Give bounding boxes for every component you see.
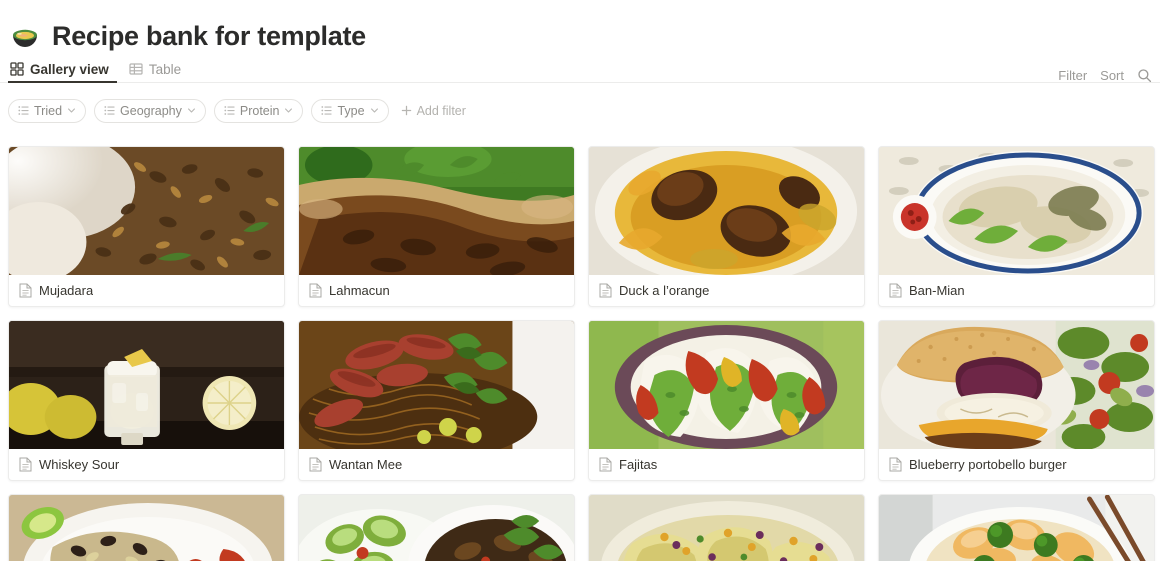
view-tabs: Gallery view Table <box>0 54 1160 83</box>
card-cover-image <box>879 147 1154 275</box>
card-title-row: Fajitas <box>589 449 864 480</box>
page-document-icon <box>599 283 612 298</box>
gallery-card[interactable]: Lahmacun <box>298 146 575 307</box>
tab-table-label: Table <box>148 61 182 77</box>
card-title-row: Lahmacun <box>299 275 574 306</box>
gallery-card[interactable] <box>588 494 865 561</box>
card-cover-image <box>299 321 574 449</box>
gallery-grid: Mujadara Lahmacun Duck a l’orange Ban-Mi… <box>8 146 1155 561</box>
card-title: Wantan Mee <box>329 457 403 472</box>
gallery-card[interactable]: Blueberry portobello burger <box>878 320 1155 481</box>
filter-pill-tried-label: Tried <box>34 103 63 118</box>
card-cover-image <box>879 495 1154 561</box>
filter-pill-tried[interactable]: Tried <box>8 98 87 123</box>
add-filter-label: Add filter <box>416 103 466 118</box>
gallery-card[interactable]: Whiskey Sour <box>8 320 285 481</box>
sort-button[interactable]: Sort <box>1100 68 1124 83</box>
card-cover-image <box>9 321 284 449</box>
chevron-down-icon <box>370 106 379 115</box>
card-title: Blueberry portobello burger <box>909 457 1067 472</box>
page-document-icon <box>19 457 32 472</box>
filter-pill-protein[interactable]: Protein <box>213 98 304 123</box>
gallery-card[interactable] <box>878 494 1155 561</box>
card-title-row: Duck a l’orange <box>589 275 864 306</box>
page-header: Recipe bank for template <box>0 0 1160 54</box>
view-toolbar-right: Filter Sort <box>1058 68 1152 83</box>
card-title: Lahmacun <box>329 283 390 298</box>
card-title-row: Mujadara <box>9 275 284 306</box>
filter-pill-geography-label: Geography <box>120 103 182 118</box>
page-document-icon <box>19 283 32 298</box>
card-title-row: Blueberry portobello burger <box>879 449 1154 480</box>
gallery-card[interactable]: Ban-Mian <box>878 146 1155 307</box>
gallery-grid-icon <box>10 62 24 76</box>
chevron-down-icon <box>67 106 76 115</box>
card-cover-image <box>9 147 284 275</box>
page-document-icon <box>309 457 322 472</box>
card-title: Ban-Mian <box>909 283 965 298</box>
card-cover-image <box>589 321 864 449</box>
card-title-row: Wantan Mee <box>299 449 574 480</box>
add-filter-button[interactable]: Add filter <box>401 104 466 118</box>
card-cover-image <box>299 147 574 275</box>
card-cover-image <box>879 321 1154 449</box>
list-icon <box>18 105 29 116</box>
chevron-down-icon <box>187 106 196 115</box>
card-title: Whiskey Sour <box>39 457 120 472</box>
tab-gallery-view[interactable]: Gallery view <box>8 55 117 83</box>
list-icon <box>224 105 235 116</box>
page-document-icon <box>889 457 902 472</box>
filter-pill-type-label: Type <box>337 103 365 118</box>
card-cover-image <box>9 495 284 561</box>
card-title: Fajitas <box>619 457 658 472</box>
card-cover-image <box>589 147 864 275</box>
gallery-card[interactable]: Wantan Mee <box>298 320 575 481</box>
tab-gallery-view-label: Gallery view <box>30 61 109 77</box>
gallery-card[interactable] <box>298 494 575 561</box>
chevron-down-icon <box>284 106 293 115</box>
list-icon <box>321 105 333 116</box>
gallery-card[interactable]: Fajitas <box>588 320 865 481</box>
card-cover-image <box>299 495 574 561</box>
filter-pill-protein-label: Protein <box>239 103 280 118</box>
card-cover-image <box>589 495 864 561</box>
page-document-icon <box>889 283 902 298</box>
page-document-icon <box>309 283 322 298</box>
card-title: Duck a l’orange <box>619 283 710 298</box>
card-title: Mujadara <box>39 283 94 298</box>
list-icon <box>104 105 115 116</box>
gallery-card[interactable] <box>8 494 285 561</box>
table-grid-icon <box>129 62 143 76</box>
search-icon[interactable] <box>1137 68 1152 83</box>
filter-bar: Tried Geography Protein Type Add filter <box>0 83 1160 125</box>
filter-pill-type[interactable]: Type <box>311 98 389 123</box>
gallery-card[interactable]: Mujadara <box>8 146 285 307</box>
filter-pill-geography[interactable]: Geography <box>94 98 206 123</box>
salad-bowl-emoji <box>10 21 40 51</box>
filter-button[interactable]: Filter <box>1058 68 1087 83</box>
gallery-card[interactable]: Duck a l’orange <box>588 146 865 307</box>
plus-icon <box>401 105 412 116</box>
card-title-row: Ban-Mian <box>879 275 1154 306</box>
page-title: Recipe bank for template <box>52 20 366 51</box>
card-title-row: Whiskey Sour <box>9 449 284 480</box>
page-document-icon <box>599 457 612 472</box>
tab-table[interactable]: Table <box>127 55 189 83</box>
